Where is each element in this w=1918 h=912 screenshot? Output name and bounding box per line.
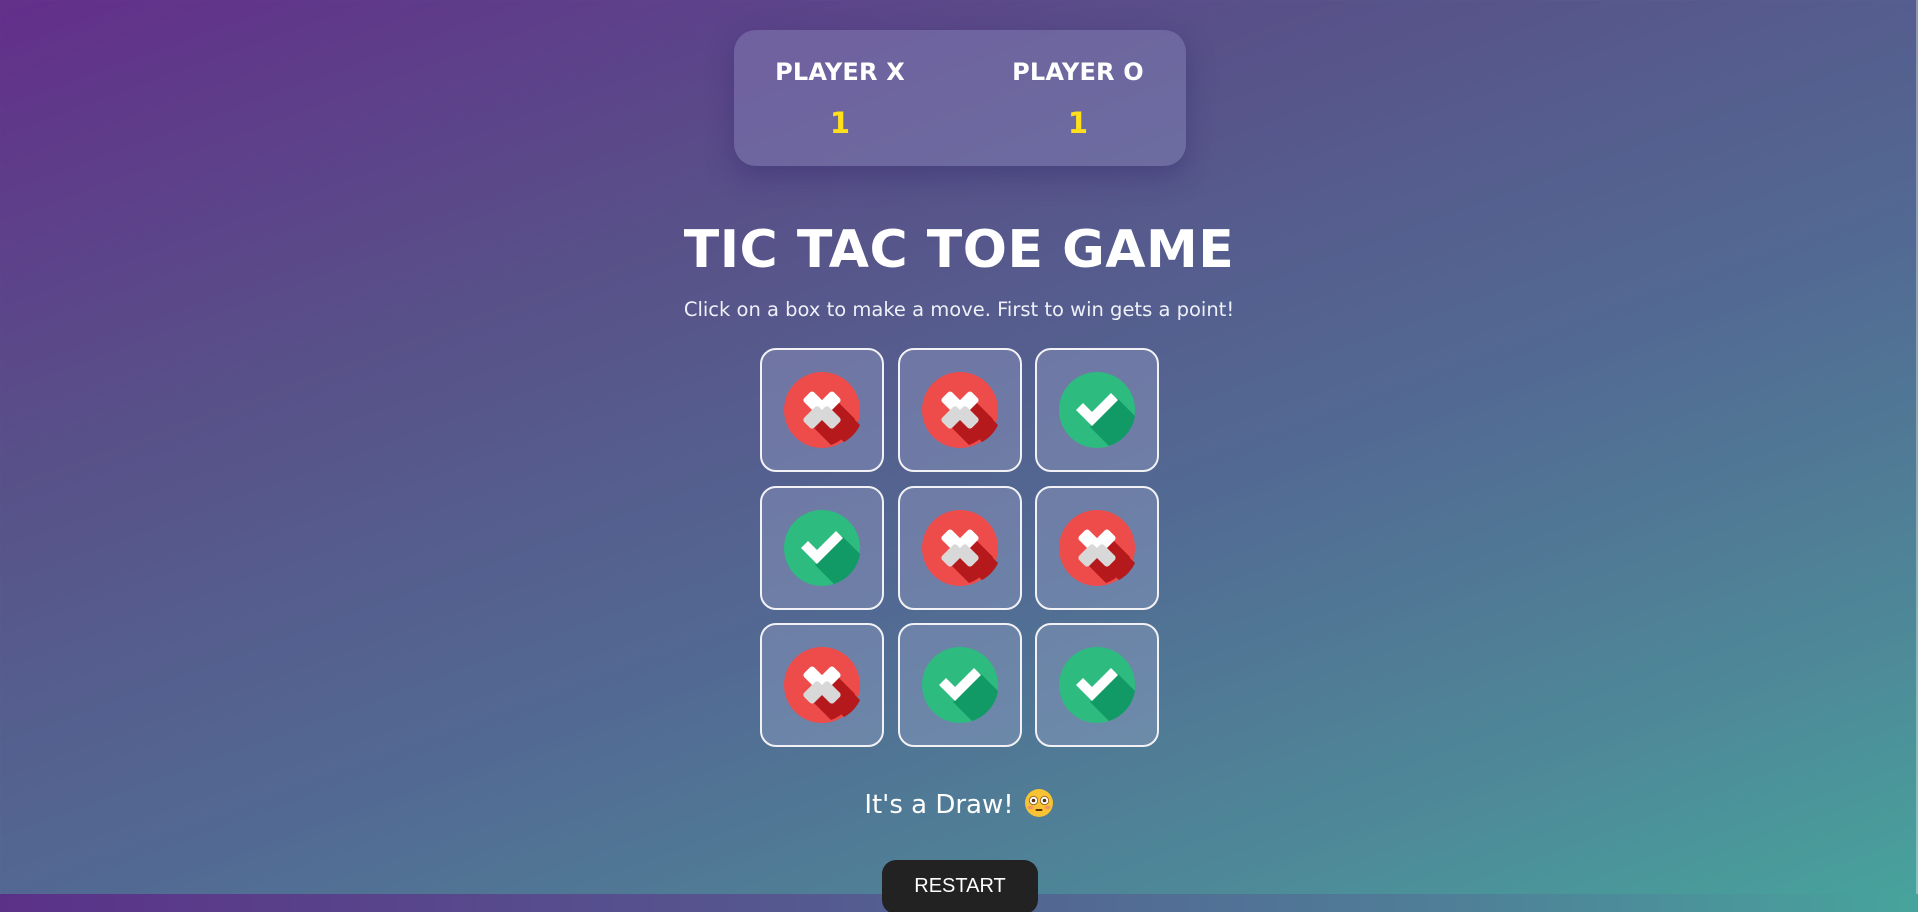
board-cell[interactable] <box>760 623 884 747</box>
page-subtitle: Click on a box to make a move. First to … <box>683 298 1235 321</box>
board-cell[interactable] <box>760 486 884 610</box>
board-cell[interactable] <box>1035 623 1159 747</box>
board-cell[interactable] <box>898 348 1022 472</box>
cross-icon <box>784 372 860 448</box>
scoreboard <box>734 30 1186 166</box>
cross-icon <box>922 510 998 586</box>
game-status: It's a Draw! <box>0 788 1918 820</box>
board-cell[interactable] <box>760 348 884 472</box>
player-x-label: PLAYER X <box>775 58 905 86</box>
check-icon <box>1059 372 1135 448</box>
cross-icon <box>922 372 998 448</box>
player-x-score: 1 <box>829 106 851 140</box>
check-icon <box>784 510 860 586</box>
board-cell[interactable] <box>898 623 1022 747</box>
board-cell[interactable] <box>1035 486 1159 610</box>
board-cell[interactable] <box>1035 348 1159 472</box>
restart-button[interactable]: RESTART <box>882 860 1038 912</box>
flushed-face-icon <box>1024 788 1054 818</box>
check-icon <box>1059 647 1135 723</box>
page-title: TIC TAC TOE GAME <box>683 220 1235 280</box>
cross-icon <box>784 647 860 723</box>
cross-icon <box>1059 510 1135 586</box>
board-cell[interactable] <box>898 486 1022 610</box>
player-o-label: PLAYER O <box>1012 58 1144 86</box>
player-o-score: 1 <box>1067 106 1089 140</box>
check-icon <box>922 647 998 723</box>
status-text: It's a Draw! <box>864 790 1014 820</box>
